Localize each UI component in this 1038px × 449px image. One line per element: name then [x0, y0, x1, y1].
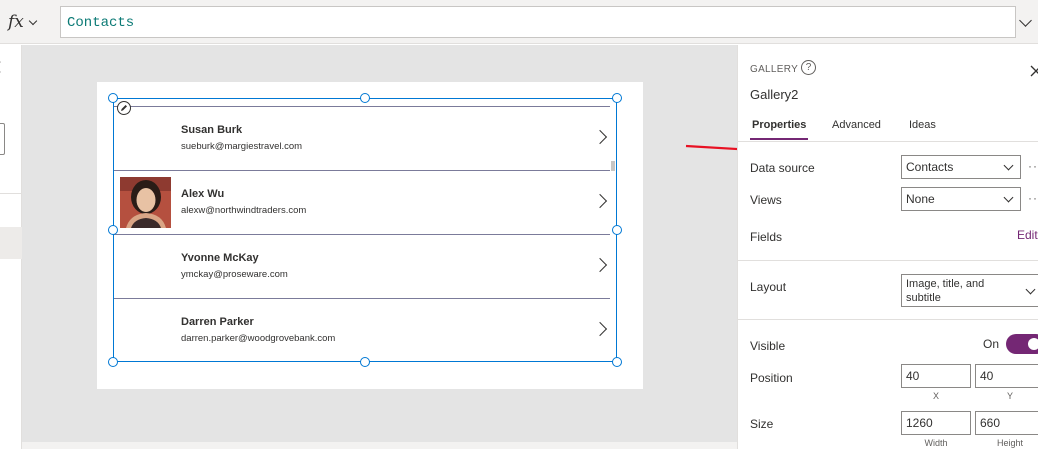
resize-handle[interactable]: [612, 225, 622, 235]
control-name: Gallery2: [750, 87, 799, 102]
resize-handle[interactable]: [108, 225, 118, 235]
contact-photo: [120, 177, 171, 228]
resize-handle[interactable]: [612, 93, 622, 103]
visible-label: Visible: [750, 339, 786, 353]
layout-dropdown[interactable]: Image, title, and subtitle: [901, 274, 1038, 307]
fields-edit-link[interactable]: Edit: [1017, 228, 1038, 242]
visible-state: On: [983, 337, 1000, 351]
chevron-right-icon[interactable]: [592, 321, 608, 337]
properties-panel: GALLERY ? Gallery2 Properties Advanced I…: [737, 45, 1038, 449]
control-type-label: GALLERY: [750, 64, 799, 75]
position-y-input[interactable]: 40: [975, 364, 1038, 388]
divider: [0, 193, 22, 194]
views-label: Views: [750, 193, 782, 207]
tree-view-panel: [0, 45, 22, 449]
chevron-down-icon: [28, 16, 38, 25]
size-height-caption: Height: [996, 438, 1023, 448]
position-label: Position: [750, 371, 793, 385]
design-canvas: Susan Burk sueburk@margiestravel.com Ale…: [22, 45, 737, 442]
chevron-right-icon[interactable]: [592, 129, 608, 145]
row-subtitle: darren.parker@woodgrovebank.com: [181, 333, 336, 344]
size-width-input[interactable]: 1260: [901, 411, 971, 435]
position-x-input[interactable]: 40: [901, 364, 971, 388]
collapse-panel-icon[interactable]: [0, 61, 6, 73]
chevron-right-icon[interactable]: [592, 193, 608, 209]
row-title: Susan Burk: [181, 124, 243, 136]
chevron-down-icon: [1003, 192, 1014, 203]
size-width-caption: Width: [924, 438, 948, 448]
gallery-row[interactable]: Darren Parker darren.parker@woodgroveban…: [114, 298, 610, 362]
resize-handle[interactable]: [108, 357, 118, 367]
position-y-caption: Y: [1006, 391, 1013, 401]
more-options-icon[interactable]: ···: [1028, 159, 1038, 173]
tab-advanced[interactable]: Advanced: [832, 119, 881, 131]
chevron-right-icon[interactable]: [592, 257, 608, 273]
layout-label: Layout: [750, 280, 787, 294]
views-value: None: [906, 192, 935, 206]
size-height-input[interactable]: 660: [975, 411, 1038, 435]
tree-search-input[interactable]: [0, 123, 5, 155]
formula-input[interactable]: Contacts: [60, 6, 1016, 38]
divider: [738, 260, 1038, 261]
edit-template-pencil-icon[interactable]: [117, 101, 131, 115]
data-source-dropdown[interactable]: Contacts: [901, 155, 1021, 179]
visible-toggle[interactable]: [1006, 334, 1038, 354]
chevron-down-icon: [1025, 284, 1036, 295]
row-title: Darren Parker: [181, 316, 254, 328]
chevron-down-icon: [1003, 160, 1014, 171]
row-title: Yvonne McKay: [181, 252, 259, 264]
resize-handle[interactable]: [360, 93, 370, 103]
help-icon[interactable]: ?: [801, 60, 816, 75]
resize-handle[interactable]: [612, 357, 622, 367]
row-title: Alex Wu: [181, 188, 225, 200]
function-dropdown[interactable]: fx: [8, 10, 54, 34]
row-subtitle: ymckay@proseware.com: [181, 269, 288, 280]
toggle-knob: [1028, 338, 1038, 350]
close-panel-icon[interactable]: [1030, 65, 1038, 77]
canvas-scrollbar[interactable]: [22, 442, 737, 449]
gallery-row[interactable]: Alex Wu alexw@northwindtraders.com: [114, 170, 610, 234]
fx-label: fx: [8, 12, 24, 32]
tab-properties[interactable]: Properties: [752, 119, 806, 131]
gallery-control[interactable]: Susan Burk sueburk@margiestravel.com Ale…: [113, 98, 617, 362]
resize-handle[interactable]: [108, 93, 118, 103]
row-subtitle: sueburk@margiestravel.com: [181, 141, 303, 152]
app-screen: Susan Burk sueburk@margiestravel.com Ale…: [97, 82, 643, 389]
position-x-caption: X: [932, 391, 939, 401]
gallery-scrollbar[interactable]: [611, 161, 615, 171]
divider: [738, 319, 1038, 320]
size-label: Size: [750, 417, 774, 431]
expand-formula-chevron-icon[interactable]: [1019, 14, 1032, 27]
active-tab-indicator: [750, 138, 808, 140]
data-source-label: Data source: [750, 161, 815, 175]
fields-label: Fields: [750, 230, 783, 244]
views-dropdown[interactable]: None: [901, 187, 1021, 211]
layout-value: Image, title, and subtitle: [906, 278, 985, 304]
more-options-icon[interactable]: ···: [1028, 191, 1038, 205]
gallery-row[interactable]: Yvonne McKay ymckay@proseware.com: [114, 234, 610, 298]
formula-bar: fx Contacts: [0, 0, 1038, 44]
data-source-value: Contacts: [906, 160, 954, 174]
gallery-row[interactable]: Susan Burk sueburk@margiestravel.com: [114, 106, 610, 170]
tab-ideas[interactable]: Ideas: [909, 119, 936, 131]
row-subtitle: alexw@northwindtraders.com: [181, 205, 307, 216]
resize-handle[interactable]: [360, 357, 370, 367]
divider: [738, 141, 1038, 142]
tree-item-selected[interactable]: [0, 227, 22, 259]
